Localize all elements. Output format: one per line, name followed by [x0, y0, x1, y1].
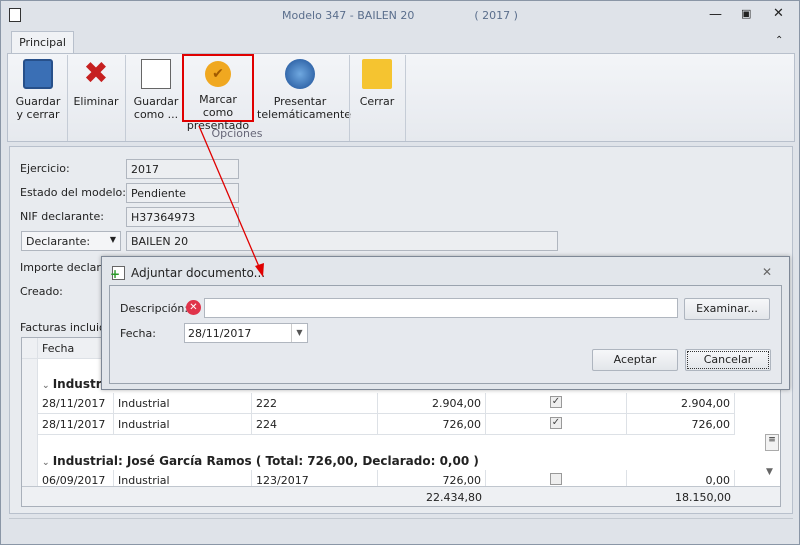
annotation-arrow [198, 125, 264, 277]
main-window: Modelo 347 - BAILEN 20( 2017 ) — ▣ ✕ Pri… [0, 0, 800, 545]
